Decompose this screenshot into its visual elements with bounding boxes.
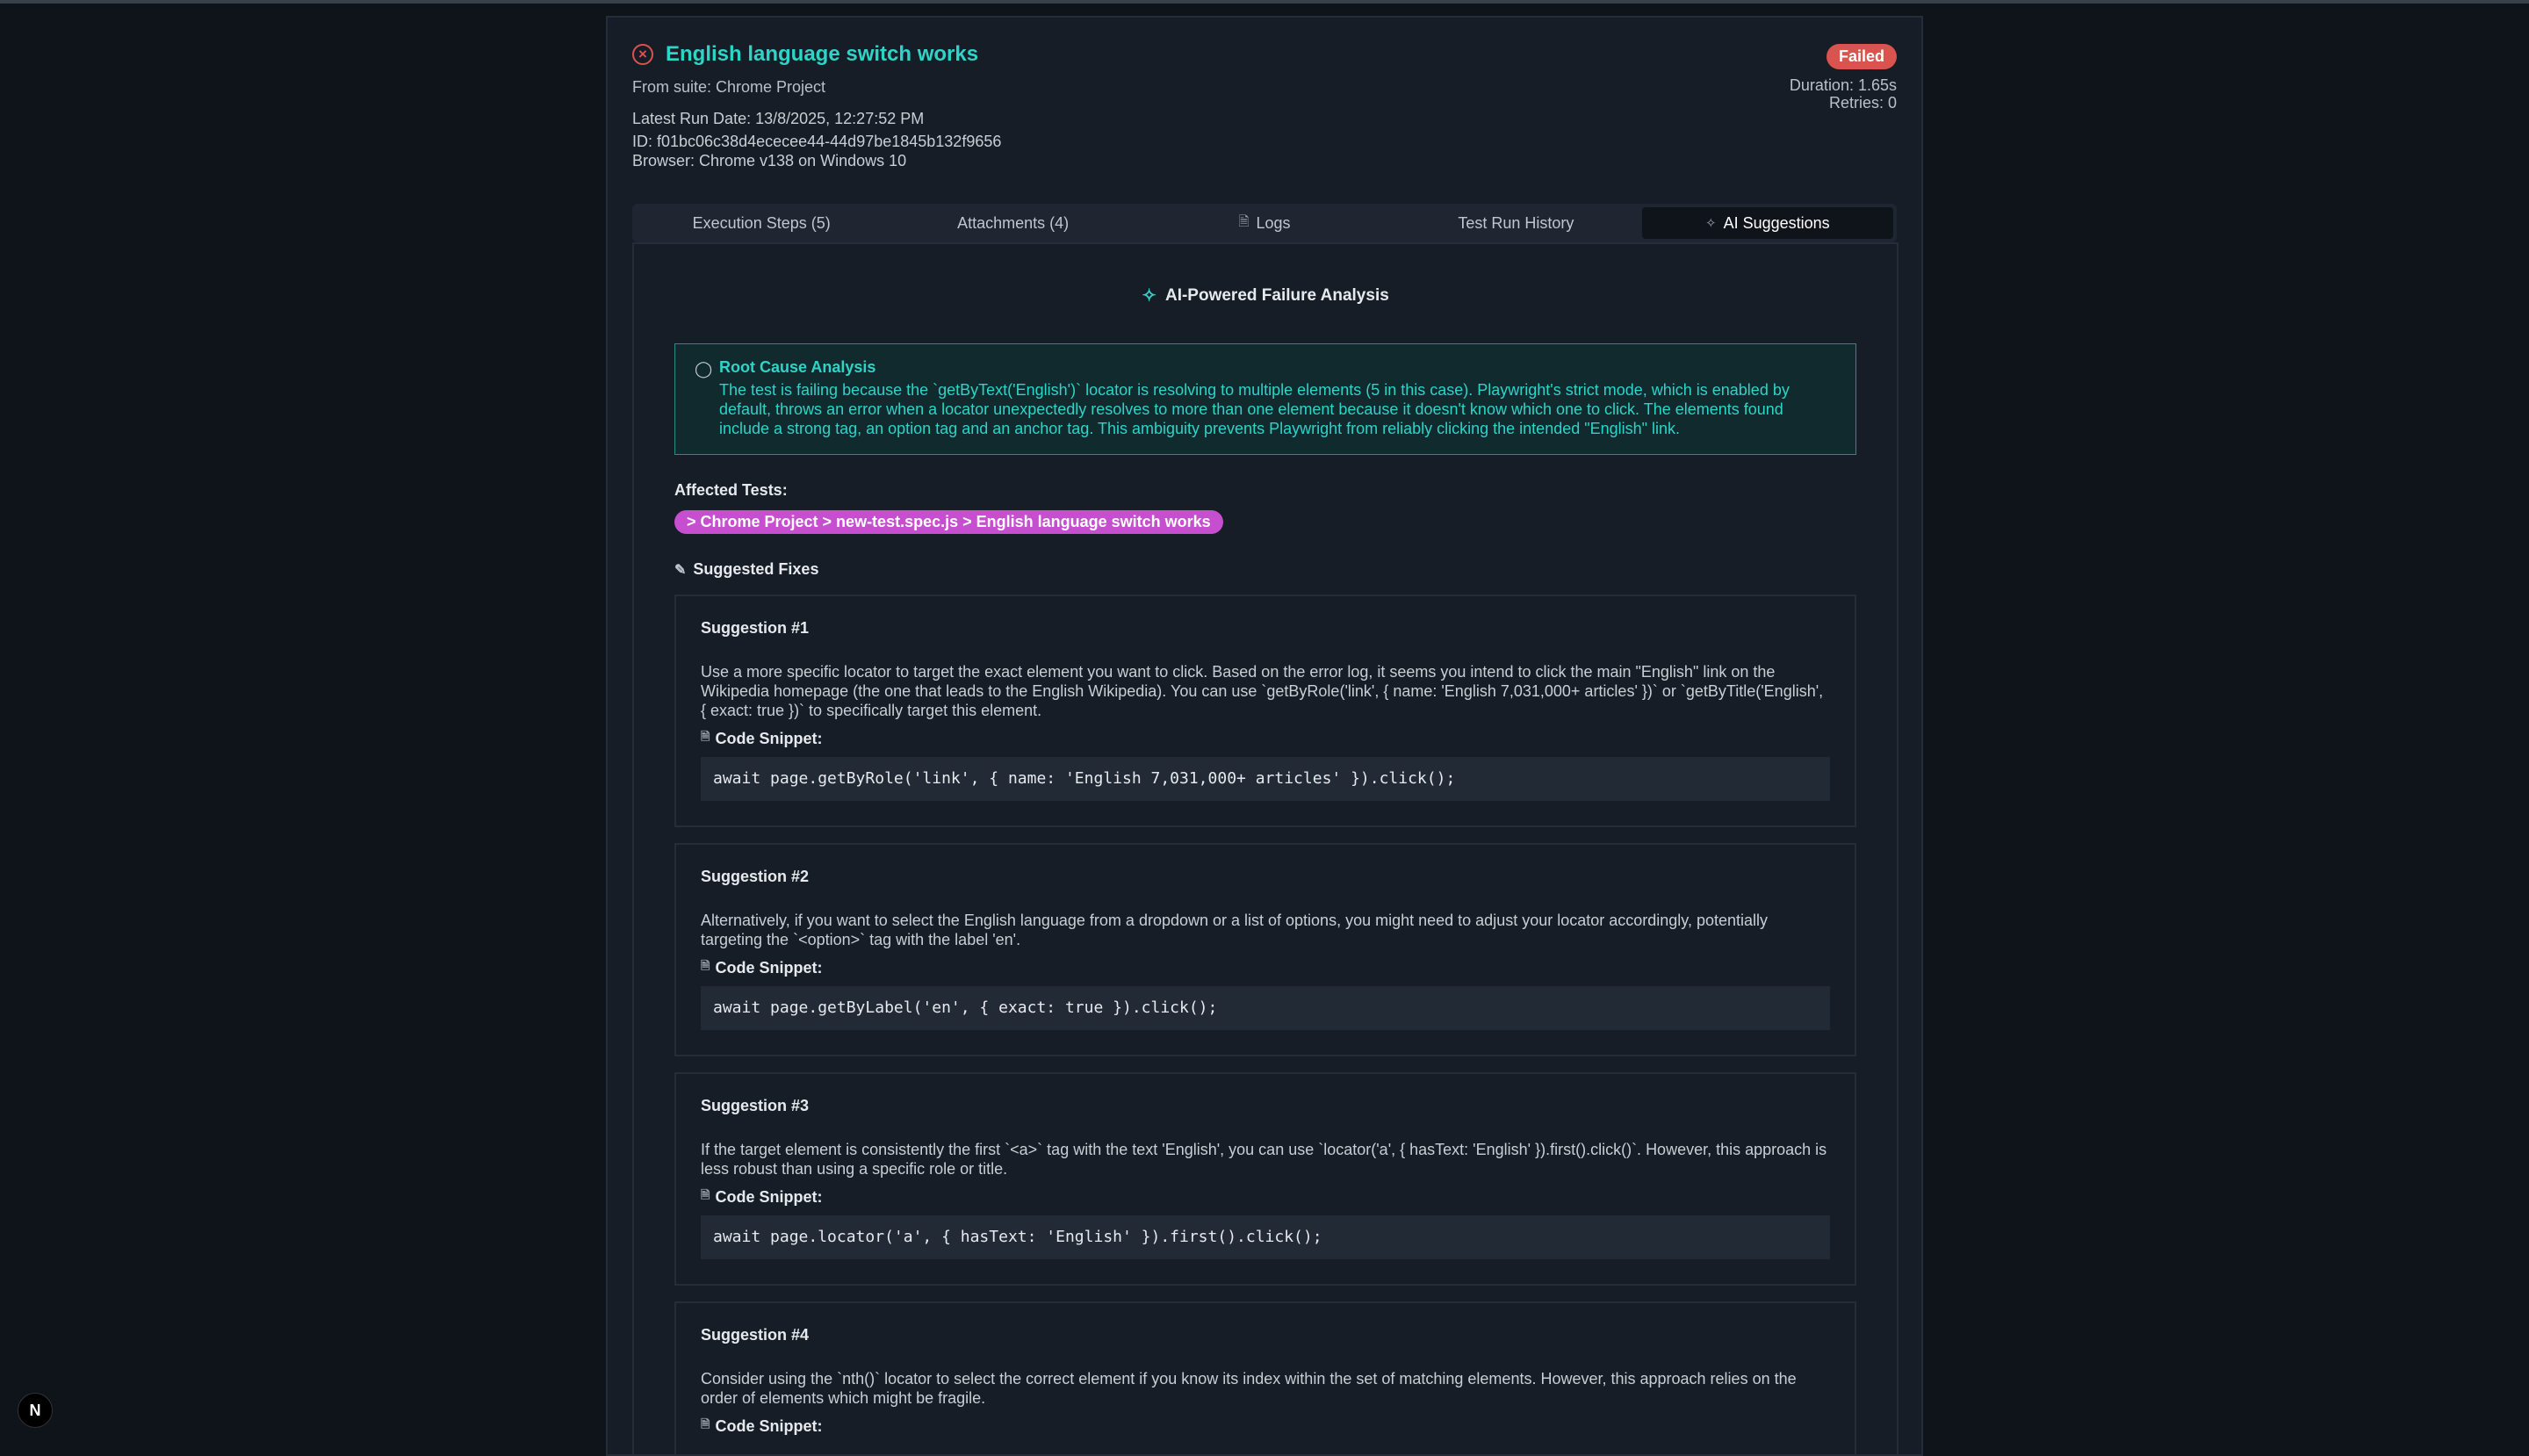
fixes-label-text: Suggested Fixes [693,560,819,578]
suggestion-title: Suggestion #3 [701,1097,810,1114]
suggestion-text: If the target element is consistently th… [701,1141,1827,1178]
tab-label: AI Suggestions [1723,213,1830,232]
tab-execution-steps[interactable]: Execution Steps (5) [636,207,887,239]
browser-info: Browser: Chrome v138 on Windows 10 [632,152,907,169]
tab-attachments[interactable]: Attachments (4) [887,207,1138,239]
suggestion-title: Suggestion #1 [701,619,810,637]
code-snippet[interactable]: await page.getByRole('link', { name: 'En… [701,757,1830,801]
lightbulb-icon: ◯ [695,360,713,378]
snippet-label-text: Code Snippet: [715,729,823,747]
ai-heading-text: AI-Powered Failure Analysis [1164,285,1389,305]
snippet-label-text: Code Snippet: [715,958,823,977]
code-snippet[interactable]: await page.locator('a', { hasText: 'Engl… [701,1215,1830,1259]
tab-logs[interactable]: 🗎 Logs [1139,207,1390,239]
sparkles-icon: ✧ [1705,216,1717,231]
top-border [0,0,2529,4]
suggestion-card: Suggestion #3 If the target element is c… [674,1072,1856,1286]
wrench-icon: ✎ [674,562,687,578]
next-logo-icon[interactable]: N [18,1393,53,1428]
ai-suggestions-content: ✧ AI-Powered Failure Analysis ◯ Root Cau… [632,242,1899,1454]
ai-heading: ✧ AI-Powered Failure Analysis [634,285,1897,306]
status-badge: Failed [1826,44,1897,69]
test-title: English language switch works [666,42,979,66]
affected-test-pill[interactable]: > Chrome Project > new-test.spec.js > En… [674,510,1223,534]
code-snippet-label: 🗎 Code Snippet: [701,1187,1830,1207]
tab-label: Logs [1256,213,1291,232]
code-snippet-label: 🗎 Code Snippet: [701,729,1830,748]
suggested-fixes-label: ✎ Suggested Fixes [674,560,1856,579]
document-icon: 🗎 [701,959,710,972]
suggestion-title: Suggestion #4 [701,1326,810,1344]
x-circle-icon: × [632,44,653,65]
status-column: Failed Duration: 1.65s Retries: 0 [1790,44,1897,112]
tab-label: Execution Steps (5) [692,213,831,232]
suggestion-text: Consider using the `nth()` locator to se… [701,1370,1797,1407]
affected-tests-label: Affected Tests: [674,481,788,499]
test-detail-panel: × English language switch works From sui… [606,16,1923,1456]
tab-bar: Execution Steps (5) Attachments (4) 🗎 Lo… [632,204,1897,242]
code-snippet[interactable]: await page.getByLabel('en', { exact: tru… [701,986,1830,1030]
tab-label: Attachments (4) [957,213,1070,232]
tab-ai-suggestions[interactable]: ✧ AI Suggestions [1641,207,1894,239]
tab-label: Test Run History [1458,213,1574,232]
suggestion-card: Suggestion #1 Use a more specific locato… [674,595,1856,827]
test-id: ID: f01bc06c38d4ececee44-44d97be1845b132… [632,133,1002,150]
suggestion-card: Suggestion #4 Consider using the `nth()`… [674,1301,1856,1454]
suggestion-text: Use a more specific locator to target th… [701,663,1824,719]
root-cause-text: The test is failing because the `getByTe… [719,381,1790,437]
suite-text: From suite: Chrome Project [632,78,826,96]
root-cause-title: Root Cause Analysis [719,358,876,376]
retries: Retries: 0 [1828,94,1897,112]
code-snippet-label: 🗎 Code Snippet: [701,1416,1830,1436]
tab-test-run-history[interactable]: Test Run History [1390,207,1641,239]
title-row: × English language switch works [632,42,1897,67]
code-snippet-label: 🗎 Code Snippet: [701,958,1830,977]
suggestion-card: Suggestion #2 Alternatively, if you want… [674,843,1856,1056]
document-icon: 🗎 [701,730,710,743]
file-icon: 🗎 [1238,213,1250,229]
test-header: × English language switch works From sui… [608,18,1921,169]
run-date: Latest Run Date: 13/8/2025, 12:27:52 PM [632,110,925,127]
document-icon: 🗎 [701,1188,710,1201]
snippet-label-text: Code Snippet: [715,1187,823,1206]
snippet-label-text: Code Snippet: [715,1416,823,1435]
root-cause-box: ◯ Root Cause Analysis The test is failin… [674,343,1856,455]
document-icon: 🗎 [701,1417,710,1431]
suggestion-text: Alternatively, if you want to select the… [701,912,1769,948]
suggestion-title: Suggestion #2 [701,868,810,885]
sparkles-icon: ✧ [1142,286,1156,306]
duration: Duration: 1.65s [1789,76,1897,94]
